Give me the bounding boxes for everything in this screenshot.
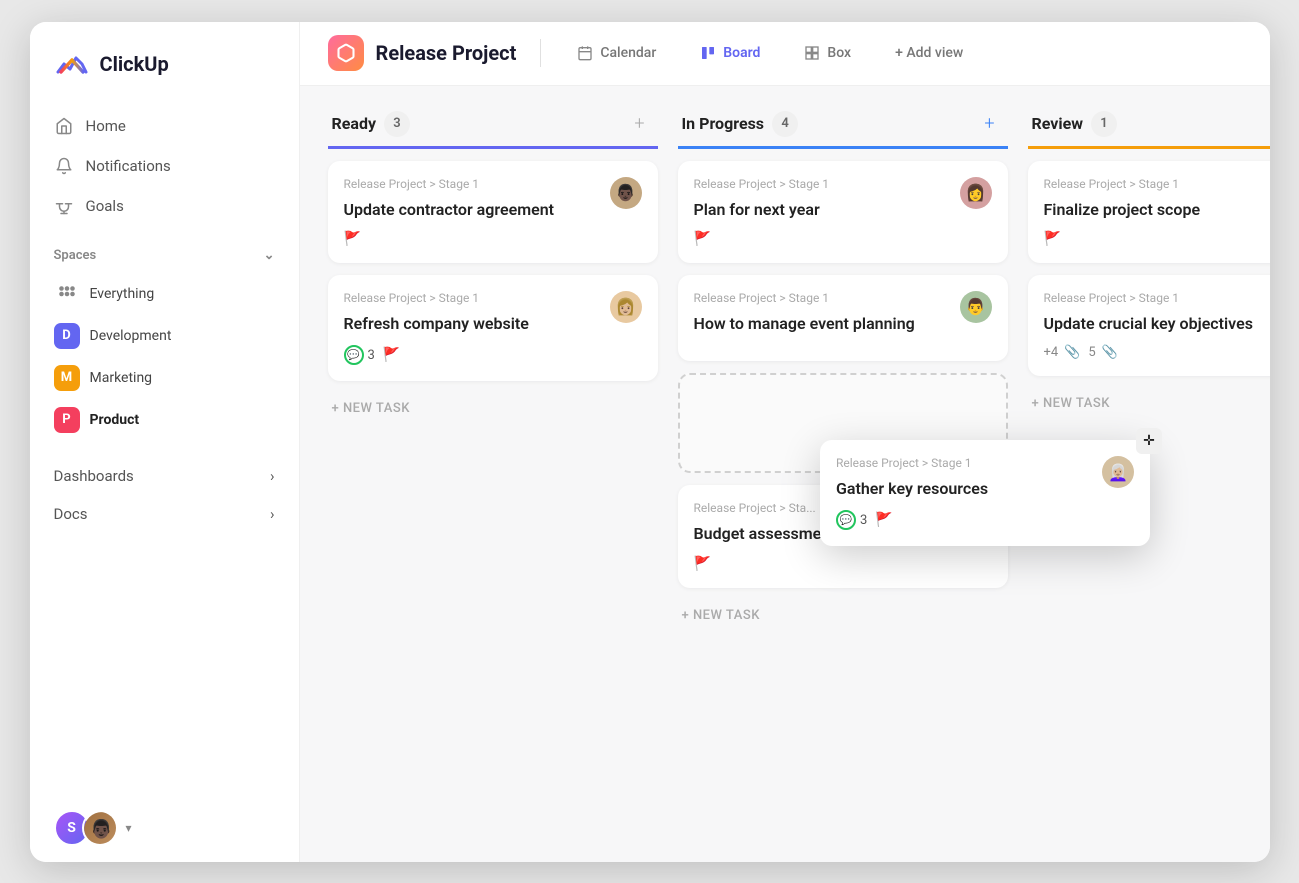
tab-calendar[interactable]: Calendar (565, 39, 668, 67)
main-content: Release Project Calendar Board Box + Add… (300, 22, 1270, 862)
drag-handle-icon[interactable]: ✛ (1136, 428, 1162, 454)
card-avatar: 👩 (960, 177, 992, 209)
card-avatar: 👨 (960, 291, 992, 323)
new-task-review-button[interactable]: + NEW TASK (1028, 388, 1270, 419)
spaces-list: Everything D Development M Marketing (42, 273, 287, 441)
card-refresh-website[interactable]: Release Project > Stage 1 👩🏼 Refresh com… (328, 275, 658, 381)
sidebar-bottom-nav: Dashboards › Docs › (30, 441, 299, 533)
comment-count: 💬 3 (344, 345, 375, 365)
card-avatar: 👨🏿 (610, 177, 642, 209)
paperclip-icon2: 📎 (1102, 345, 1118, 360)
card-update-contractor[interactable]: Release Project > Stage 1 👨🏿 Update cont… (328, 161, 658, 263)
column-review: Review 1 + Release Project > Stage 1 👩🏼‍… (1028, 110, 1270, 420)
attachment-count2: 5 📎 (1088, 345, 1118, 360)
sidebar-item-notifications[interactable]: Notifications (42, 146, 287, 186)
comment-bubble-icon: 💬 (836, 510, 856, 530)
column-ready: Ready 3 + Release Project > Stage 1 👨🏿 U… (328, 110, 658, 425)
chevron-down-icon: ⌄ (264, 248, 275, 263)
development-space-dot: D (54, 323, 80, 349)
sidebar-item-development[interactable]: D Development (42, 315, 287, 357)
card-plan-next-year[interactable]: Release Project > Stage 1 👩 Plan for nex… (678, 161, 1008, 263)
avatar-user: 👨🏿 (82, 810, 118, 846)
calendar-icon (577, 45, 593, 61)
add-card-ready-button[interactable]: + (626, 110, 654, 138)
marketing-space-dot: M (54, 365, 80, 391)
project-title-area: Release Project (328, 35, 517, 71)
bell-icon (54, 156, 74, 176)
product-space-dot: P (54, 407, 80, 433)
topbar-divider (540, 39, 541, 67)
clickup-logo-icon (54, 46, 90, 82)
sidebar-item-home[interactable]: Home (42, 106, 287, 146)
app-window: ClickUp Home Notifications Goals (30, 22, 1270, 862)
flag-red-icon: 🚩 (694, 231, 711, 247)
topbar: Release Project Calendar Board Box + Add… (300, 22, 1270, 86)
comment-bubble-icon: 💬 (344, 345, 364, 365)
flag-green-icon: 🚩 (383, 347, 400, 363)
box-icon (804, 45, 820, 61)
attachment-count: +4 📎 (1044, 345, 1081, 360)
spaces-header[interactable]: Spaces ⌄ (42, 242, 287, 269)
sidebar-item-everything[interactable]: Everything (42, 273, 287, 315)
card-avatar: 👩🏼‍🦳 (1102, 456, 1134, 488)
column-header-review: Review 1 + (1028, 110, 1270, 149)
app-name: ClickUp (100, 52, 169, 76)
sidebar-item-docs[interactable]: Docs › (42, 495, 287, 533)
chevron-right-icon: › (270, 467, 275, 485)
spaces-section: Spaces ⌄ Everything D Development (30, 226, 299, 441)
tab-box[interactable]: Box (792, 39, 863, 67)
sidebar-item-product[interactable]: P Product (42, 399, 287, 441)
user-avatars[interactable]: S 👨🏿 (54, 810, 118, 846)
add-card-inprogress-button[interactable]: + (976, 110, 1004, 138)
card-finalize-scope[interactable]: Release Project > Stage 1 👩🏼‍🦰 Finalize … (1028, 161, 1270, 263)
flag-yellow-icon: 🚩 (344, 231, 361, 247)
card-avatar: 👩🏼 (610, 291, 642, 323)
sidebar-item-dashboards[interactable]: Dashboards › (42, 457, 287, 495)
board-icon (700, 45, 716, 61)
column-header-inprogress: In Progress 4 + (678, 110, 1008, 149)
trophy-icon (54, 196, 74, 216)
sidebar-logo[interactable]: ClickUp (30, 46, 299, 106)
comment-count: 💬 3 (836, 510, 867, 530)
column-header-ready: Ready 3 + (328, 110, 658, 149)
column-inprogress: In Progress 4 + Release Project > Stage … (678, 110, 1008, 631)
sidebar-footer: S 👨🏿 ▾ (30, 794, 299, 862)
project-icon (328, 35, 364, 71)
new-task-ready-button[interactable]: + NEW TASK (328, 393, 658, 424)
paperclip-icon: 📎 (1064, 345, 1080, 360)
tab-board[interactable]: Board (688, 39, 772, 67)
floating-drag-card[interactable]: ✛ Release Project > Stage 1 👩🏼‍🦳 Gather … (820, 440, 1150, 546)
chevron-right-icon: › (270, 505, 275, 523)
flag-red-icon: 🚩 (1044, 231, 1061, 247)
flag-yellow-icon: 🚩 (694, 556, 711, 572)
page-title: Release Project (376, 41, 517, 65)
new-task-inprogress-button[interactable]: + NEW TASK (678, 600, 1008, 631)
sidebar: ClickUp Home Notifications Goals (30, 22, 300, 862)
sidebar-item-marketing[interactable]: M Marketing (42, 357, 287, 399)
sidebar-item-goals[interactable]: Goals (42, 186, 287, 226)
flag-green-icon: 🚩 (875, 512, 892, 528)
card-event-planning[interactable]: Release Project > Stage 1 👨 How to manag… (678, 275, 1008, 361)
add-view-button[interactable]: + Add view (883, 39, 975, 67)
everything-icon (54, 281, 80, 307)
home-icon (54, 116, 74, 136)
card-update-objectives[interactable]: Release Project > Stage 1 Update crucial… (1028, 275, 1270, 376)
user-menu-chevron[interactable]: ▾ (126, 821, 132, 835)
sidebar-nav: Home Notifications Goals (30, 106, 299, 226)
